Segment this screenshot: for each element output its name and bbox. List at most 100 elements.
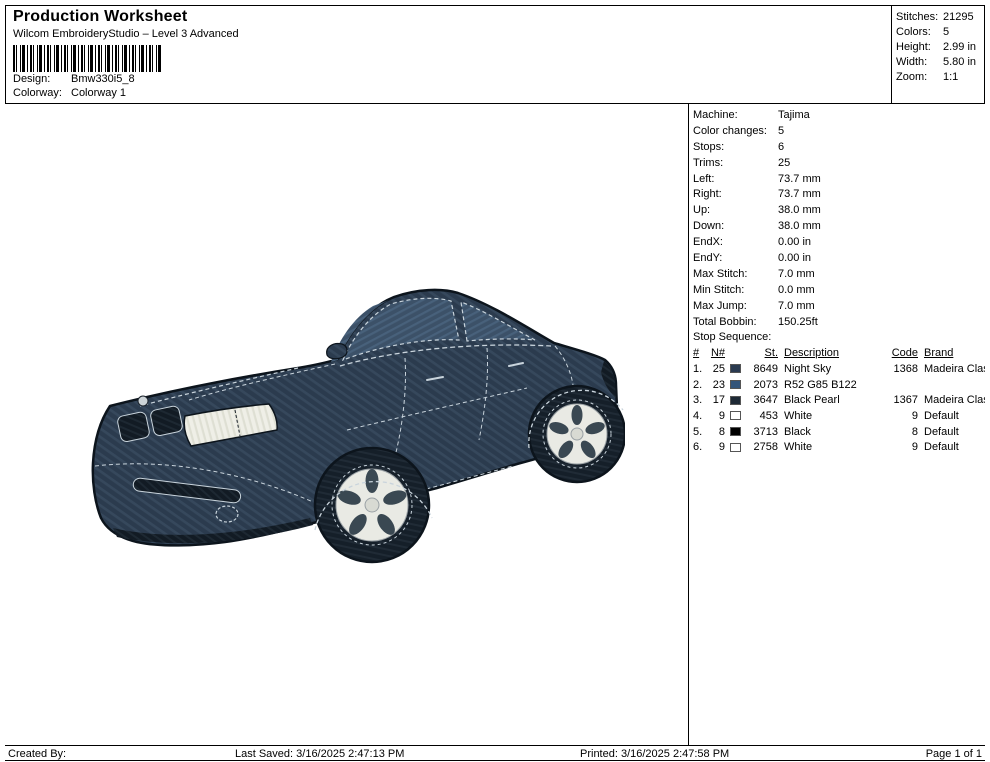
detail-row: Trims: 25 bbox=[693, 155, 985, 171]
stat-label: Height: bbox=[896, 41, 931, 53]
detail-value: 7.0 mm bbox=[778, 267, 815, 280]
production-worksheet-page: Production Worksheet Wilcom EmbroiderySt… bbox=[0, 0, 990, 762]
detail-label: Total Bobbin: bbox=[693, 315, 757, 328]
stop-idx: 6. bbox=[693, 441, 703, 454]
stop-idx: 5. bbox=[693, 425, 703, 438]
stop-st: 3713 bbox=[753, 425, 778, 438]
col-code: Code bbox=[891, 347, 918, 360]
stop-row: 5. 8 3713 Black 8 Default bbox=[693, 424, 985, 440]
stop-n: 8 bbox=[718, 425, 725, 438]
stop-idx: 1. bbox=[693, 362, 703, 375]
printed-text: Printed: 3/16/2025 2:47:58 PM bbox=[580, 748, 730, 760]
stop-brand: Default bbox=[924, 409, 959, 422]
detail-row: Stops: 6 bbox=[693, 139, 985, 155]
design-label: Design: bbox=[13, 73, 51, 85]
detail-row: Up: 38.0 mm bbox=[693, 202, 985, 218]
stop-code: 8 bbox=[911, 425, 918, 438]
header-stats-box: Stitches: 21295 Colors: 5 Height: 2.99 i… bbox=[891, 5, 985, 104]
stat-value: 2.99 in bbox=[943, 41, 977, 53]
detail-row: Max Stitch: 7.0 mm bbox=[693, 266, 985, 282]
created-by-label: Created By: bbox=[8, 748, 67, 760]
stop-code: 1367 bbox=[893, 394, 918, 407]
col-n: N# bbox=[710, 347, 725, 360]
stop-code: 1368 bbox=[893, 362, 918, 375]
thread-swatch bbox=[730, 364, 741, 374]
detail-value: 38.0 mm bbox=[778, 220, 821, 233]
design-canvas bbox=[5, 104, 688, 745]
detail-label: Up: bbox=[693, 204, 711, 217]
kidney-grille-right bbox=[150, 405, 183, 437]
rear-wheel bbox=[527, 384, 625, 484]
footer: Created By: Last Saved: 3/16/2025 2:47:1… bbox=[5, 745, 985, 761]
header: Production Worksheet Wilcom EmbroiderySt… bbox=[5, 5, 985, 104]
detail-label: Stops: bbox=[693, 140, 725, 153]
stat-label: Colors: bbox=[896, 26, 931, 38]
stop-n: 9 bbox=[718, 409, 725, 422]
kidney-grille-left bbox=[117, 411, 150, 443]
stat-label: Stitches: bbox=[896, 11, 939, 23]
col-brand: Brand bbox=[924, 347, 954, 360]
app-subtitle: Wilcom EmbroideryStudio – Level 3 Advanc… bbox=[13, 28, 239, 40]
detail-row: Color changes: 5 bbox=[693, 123, 985, 139]
stop-description: R52 G85 B122 bbox=[784, 378, 857, 391]
detail-value: 7.0 mm bbox=[778, 299, 815, 312]
col-description: Description bbox=[784, 347, 840, 360]
thread-swatch bbox=[730, 380, 741, 390]
page-number: Page 1 of 1 bbox=[925, 748, 982, 760]
stop-brand: Default bbox=[924, 441, 959, 454]
stop-table-header: # N# St. Description Code Brand bbox=[693, 345, 985, 361]
detail-value: Tajima bbox=[778, 108, 810, 121]
stop-code: 9 bbox=[911, 409, 918, 422]
thread-swatch bbox=[730, 442, 741, 452]
stop-row: 1. 25 8649 Night Sky 1368 Madeira Classi… bbox=[693, 361, 985, 377]
stop-description: White bbox=[784, 409, 813, 422]
stop-st: 8649 bbox=[753, 362, 778, 375]
stat-label: Width: bbox=[896, 56, 928, 68]
stat-value: 5 bbox=[943, 26, 950, 38]
colorway-label: Colorway: bbox=[13, 87, 62, 99]
detail-value: 150.25ft bbox=[778, 315, 818, 328]
stop-n: 9 bbox=[718, 441, 725, 454]
detail-value: 0.0 mm bbox=[778, 283, 815, 296]
detail-value: 0.00 in bbox=[778, 251, 812, 264]
last-saved-text: Last Saved: 3/16/2025 2:47:13 PM bbox=[235, 748, 405, 760]
stop-description: Night Sky bbox=[784, 362, 832, 375]
stop-brand: Madeira Classic 40 bbox=[924, 362, 985, 375]
detail-label: Machine: bbox=[693, 108, 738, 121]
stop-brand: Default bbox=[924, 425, 959, 438]
stop-st: 2758 bbox=[753, 441, 778, 454]
detail-value: 6 bbox=[778, 140, 785, 153]
car-embroidery-artwork bbox=[91, 288, 625, 564]
detail-value: 73.7 mm bbox=[778, 172, 821, 185]
detail-label: EndX: bbox=[693, 236, 723, 249]
design-row: Design: Bmw330i5_8 bbox=[13, 73, 884, 86]
stat-height: Height: 2.99 in bbox=[896, 41, 980, 54]
col-st: St. bbox=[764, 347, 778, 360]
detail-row: Min Stitch: 0.0 mm bbox=[693, 282, 985, 298]
stop-description: Black Pearl bbox=[784, 394, 840, 407]
stop-n: 23 bbox=[712, 378, 725, 391]
detail-value: 73.7 mm bbox=[778, 188, 821, 201]
stop-row: 2. 23 2073 R52 G85 B122 bbox=[693, 377, 985, 393]
stop-row: 3. 17 3647 Black Pearl 1367 Madeira Clas… bbox=[693, 392, 985, 408]
stop-idx: 4. bbox=[693, 409, 703, 422]
bmw-roundel bbox=[137, 395, 149, 407]
stop-description: Black bbox=[784, 425, 811, 438]
stop-n: 25 bbox=[712, 362, 725, 375]
details-panel: Machine: Tajima Color changes: 5 Stops: 6 T… bbox=[688, 104, 985, 745]
stat-value: 1:1 bbox=[943, 71, 959, 83]
stop-code: 9 bbox=[911, 441, 918, 454]
detail-label: Max Jump: bbox=[693, 299, 747, 312]
col-idx: # bbox=[693, 347, 700, 360]
stop-n: 17 bbox=[712, 394, 725, 407]
detail-row: Left: 73.7 mm bbox=[693, 171, 985, 187]
stop-row: 6. 9 2758 White 9 Default bbox=[693, 439, 985, 455]
stop-brand: Madeira Classic 40 bbox=[924, 394, 985, 407]
stop-row: 4. 9 453 White 9 Default bbox=[693, 408, 985, 424]
thread-swatch bbox=[730, 411, 741, 421]
stat-stitches: Stitches: 21295 bbox=[896, 11, 980, 24]
stop-st: 3647 bbox=[753, 394, 778, 407]
stop-st: 2073 bbox=[753, 378, 778, 391]
thread-swatch bbox=[730, 395, 741, 405]
front-hub bbox=[364, 497, 380, 513]
